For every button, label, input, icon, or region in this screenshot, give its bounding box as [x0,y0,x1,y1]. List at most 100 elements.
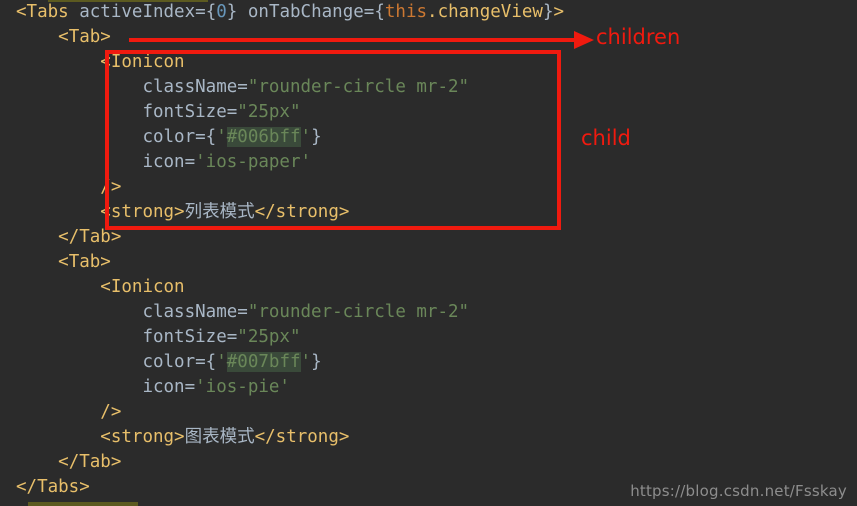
annotation-label-children: children [596,25,681,49]
code-token: = [226,327,238,347]
code-token: <strong> [100,202,185,222]
code-line[interactable]: <strong>图表模式</strong> [0,425,857,450]
code-line[interactable]: /> [0,175,857,200]
code-token: { [205,127,217,147]
code-token: } [311,352,322,372]
code-token: activeIndex [79,2,196,22]
code-token: ' [300,127,312,147]
code-token: this [384,2,428,22]
code-token: #006bff [226,127,301,147]
code-token: 'ios-paper' [195,152,312,172]
code-token: </Tab> [58,452,122,472]
code-token: = [184,377,196,397]
code-token: className [142,302,238,322]
code-line[interactable]: className="rounder-circle mr-2" [0,300,857,325]
code-line[interactable]: /> [0,400,857,425]
code-line[interactable]: <Ionicon [0,275,857,300]
watermark-url: https://blog.csdn.net/Fsskay [630,482,847,500]
annotation-arrow-line-children [129,38,581,42]
code-token: </strong> [254,202,350,222]
code-token: 图表模式 [184,427,255,447]
code-token: color [142,127,196,147]
code-token: = [195,352,206,372]
code-line[interactable]: className="rounder-circle mr-2" [0,75,857,100]
code-line[interactable]: <Ionicon [0,50,857,75]
code-token: { [374,2,385,22]
code-line[interactable]: </Tab> [0,225,857,250]
code-line[interactable]: icon='ios-pie' [0,375,857,400]
code-token: className [142,77,238,97]
code-line[interactable]: <Tab> [0,250,857,275]
code-token: = [184,152,196,172]
code-token: .changeView [427,2,543,22]
code-token: { [205,2,217,22]
code-line[interactable]: color={'#007bff'} [0,350,857,375]
code-token: = [195,127,206,147]
code-token: /> [100,177,122,197]
code-token: <Tab> [58,252,111,272]
code-token: "25px" [237,102,301,122]
code-token: = [195,2,206,22]
code-editor-content[interactable]: <Tabs activeIndex={0} onTabChange={this.… [0,0,857,500]
code-token: <Tabs [16,2,69,22]
code-token: icon [142,152,185,172]
code-line[interactable]: <strong>列表模式</strong> [0,200,857,225]
code-token: <strong> [100,427,185,447]
code-token: ' [216,352,227,372]
code-token: </Tabs> [16,477,90,497]
code-token: <Ionicon [100,52,185,72]
code-token: ' [300,352,312,372]
code-token: = [226,102,238,122]
code-token: 'ios-pie' [195,377,290,397]
code-line[interactable]: </Tab> [0,450,857,475]
code-token: <Tab> [58,27,111,47]
annotation-arrow-head-children [574,31,594,49]
code-token: = [363,2,375,22]
code-token: <Ionicon [100,277,185,297]
code-token: /> [100,402,122,422]
code-token: } [542,2,554,22]
code-token: ' [216,127,227,147]
code-token: #007bff [226,352,301,372]
code-screenshot: <Tabs activeIndex={0} onTabChange={this.… [0,0,857,506]
code-token: } [311,127,322,147]
code-token: icon [142,377,185,397]
code-token: onTabChange [247,2,364,22]
code-token: </Tab> [58,227,122,247]
annotation-label-child: child [581,126,631,150]
code-line[interactable]: color={'#006bff'} [0,125,857,150]
code-token: "rounder-circle mr-2" [247,302,470,322]
code-line[interactable]: fontSize="25px" [0,325,857,350]
code-line[interactable]: icon='ios-paper' [0,150,857,175]
code-token: "rounder-circle mr-2" [247,77,470,97]
code-token: fontSize [142,102,227,122]
code-line[interactable]: <Tabs activeIndex={0} onTabChange={this.… [0,0,857,25]
selection-highlight-bar-bottom [28,502,138,506]
code-token: color [142,352,196,372]
code-line[interactable]: fontSize="25px" [0,100,857,125]
code-token: fontSize [142,327,227,347]
code-token: > [553,2,565,22]
code-token: { [205,352,217,372]
code-token: 0 [216,2,227,22]
code-token: 列表模式 [184,202,255,222]
code-token: "25px" [237,327,301,347]
